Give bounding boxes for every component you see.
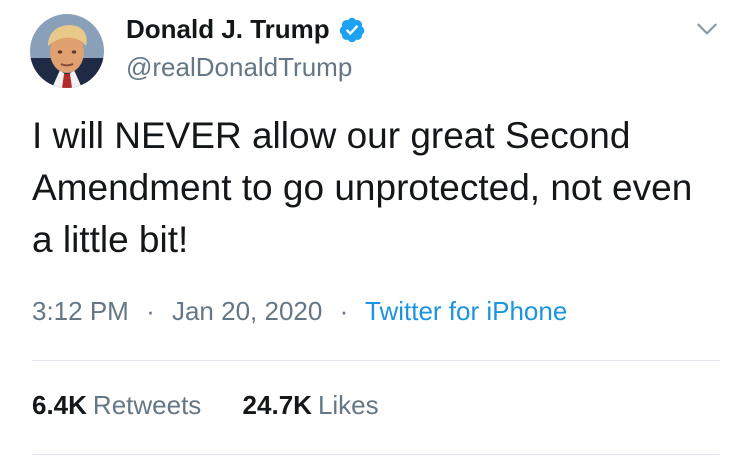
avatar[interactable] — [30, 14, 104, 88]
tweet-time[interactable]: 3:12 PM — [32, 296, 129, 326]
chevron-down-icon[interactable] — [694, 16, 720, 42]
meta-separator: · — [339, 296, 349, 326]
divider — [32, 454, 720, 455]
divider — [32, 360, 720, 361]
retweets-label: Retweets — [92, 390, 202, 420]
retweets-count: 6.4K — [32, 390, 87, 420]
tweet-stats: 6.4K Retweets 24.7K Likes — [32, 390, 379, 421]
display-name[interactable]: Donald J. Trump — [126, 14, 330, 45]
likes-count: 24.7K — [242, 390, 312, 420]
meta-separator: · — [146, 296, 155, 326]
avatar-image — [30, 14, 104, 88]
likes-stat[interactable]: 24.7K Likes — [243, 390, 379, 421]
tweet-source-link[interactable]: Twitter for iPhone — [365, 296, 567, 326]
tweet-meta: 3:12 PM · Jan 20, 2020 · Twitter for iPh… — [32, 296, 567, 327]
retweets-stat[interactable]: 6.4K Retweets — [32, 390, 201, 421]
tweet-card: Donald J. Trump @realDonaldTrump I will … — [0, 0, 750, 458]
user-handle[interactable]: @realDonaldTrump — [126, 52, 352, 83]
author-name-row: Donald J. Trump — [126, 14, 366, 45]
tweet-date[interactable]: Jan 20, 2020 — [172, 296, 322, 326]
likes-label: Likes — [317, 390, 379, 420]
tweet-text: I will NEVER allow our great Second Amen… — [32, 115, 693, 260]
verified-badge-icon — [339, 17, 364, 42]
